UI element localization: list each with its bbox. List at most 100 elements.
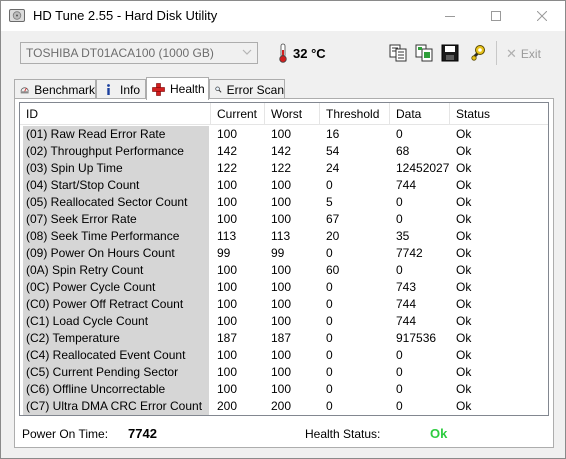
temperature-readout: 32 °C	[293, 46, 326, 61]
table-row[interactable]: (C7) Ultra DMA CRC Error Count 200 200 0 0 Ok	[20, 398, 548, 415]
table-row[interactable]: (C5) Current Pending Sector 100 100 0 0 Ok	[20, 364, 548, 381]
current-value: 100	[217, 212, 238, 226]
status-value: Ok	[456, 280, 472, 294]
table-row[interactable]: (C6) Offline Uncorrectable 100 100 0 0 Ok	[20, 381, 548, 398]
column-header-current[interactable]: Current	[211, 103, 265, 125]
status-value: Ok	[456, 297, 472, 311]
table-row[interactable]: (C4) Reallocated Event Count 100 100 0 0 Ok	[20, 347, 548, 364]
raw-data-value: 68	[396, 144, 410, 158]
attribute-name: (01) Raw Read Error Rate	[23, 126, 209, 143]
tab-error-scan[interactable]: Error Scan	[209, 79, 285, 99]
status-value: Ok	[456, 212, 472, 226]
health-cross-icon	[152, 82, 165, 96]
attribute-name: (09) Power On Hours Count	[23, 245, 209, 262]
table-row[interactable]: (0C) Power Cycle Count 100 100 0 743 Ok	[20, 279, 548, 296]
copy-screenshot-icon[interactable]	[414, 43, 434, 63]
threshold-value: 0	[326, 382, 333, 396]
table-row[interactable]: (0A) Spin Retry Count 100 100 60 0 Ok	[20, 262, 548, 279]
table-row[interactable]: (09) Power On Hours Count 99 99 0 7742 Ok	[20, 245, 548, 262]
table-row[interactable]: (08) Seek Time Performance 113 113 20 35 Ok	[20, 228, 548, 245]
exit-button[interactable]: ✕ Exit	[506, 46, 541, 62]
thermometer-icon	[279, 43, 287, 63]
worst-value: 99	[271, 246, 285, 260]
worst-value: 113	[271, 229, 291, 243]
table-row[interactable]: (07) Seek Error Rate 100 100 67 0 Ok	[20, 211, 548, 228]
health-status-value: Ok	[430, 426, 448, 441]
tab-health[interactable]: Health	[146, 77, 209, 100]
table-row[interactable]: (04) Start/Stop Count 100 100 0 744 Ok	[20, 177, 548, 194]
table-row[interactable]: (02) Throughput Performance 142 142 54 68 Ok	[20, 143, 548, 160]
raw-data-value: 7742	[396, 246, 423, 260]
table-row[interactable]: (01) Raw Read Error Rate 100 100 16 0 Ok	[20, 126, 548, 143]
table-row[interactable]: (05) Reallocated Sector Count 100 100 5 0 Ok	[20, 194, 548, 211]
title-bar[interactable]: HD Tune 2.55 - Hard Disk Utility	[1, 1, 565, 31]
maximize-icon	[491, 11, 501, 21]
chevron-down-icon	[242, 47, 252, 57]
threshold-value: 60	[326, 263, 340, 277]
raw-data-value: 743	[396, 280, 417, 294]
exit-icon: ✕	[506, 46, 517, 61]
current-value: 122	[217, 161, 238, 175]
column-header-threshold[interactable]: Threshold	[320, 103, 390, 125]
toolbar-divider	[496, 41, 497, 65]
worst-value: 100	[271, 212, 292, 226]
attribute-name: (08) Seek Time Performance	[23, 228, 209, 245]
attribute-name: (0A) Spin Retry Count	[23, 262, 209, 279]
column-header-status[interactable]: Status	[450, 103, 510, 125]
health-status-label: Health Status:	[305, 427, 381, 441]
table-header: ID Current Worst Threshold Data Status	[20, 103, 548, 125]
threshold-value: 54	[326, 144, 340, 158]
column-header-id[interactable]: ID	[20, 103, 211, 125]
power-on-time-label: Power On Time:	[22, 427, 109, 441]
column-header-data[interactable]: Data	[390, 103, 450, 125]
column-header-worst[interactable]: Worst	[265, 103, 320, 125]
tab-info-label: Info	[120, 82, 141, 97]
raw-data-value: 744	[396, 297, 417, 311]
table-row[interactable]: (C1) Load Cycle Count 100 100 0 744 Ok	[20, 313, 548, 330]
close-button[interactable]	[519, 1, 565, 31]
benchmark-icon	[20, 87, 29, 94]
tab-benchmark[interactable]: Benchmark	[14, 79, 96, 99]
raw-data-value: 744	[396, 178, 417, 192]
status-value: Ok	[456, 348, 472, 362]
raw-data-value: 744	[396, 314, 417, 328]
worst-value: 100	[271, 382, 292, 396]
raw-data-value: 0	[396, 348, 403, 362]
worst-value: 142	[271, 144, 292, 158]
attribute-name: (C7) Ultra DMA CRC Error Count	[23, 398, 209, 415]
current-value: 200	[217, 399, 238, 413]
smart-attributes-table[interactable]: ID Current Worst Threshold Data Status (…	[19, 102, 549, 416]
minimize-icon	[445, 16, 455, 17]
raw-data-value: 0	[396, 212, 403, 226]
attribute-name: (C6) Offline Uncorrectable	[23, 381, 209, 398]
table-row[interactable]: (03) Spin Up Time 122 122 24 12452027 Ok	[20, 160, 548, 177]
status-value: Ok	[456, 365, 472, 379]
drive-select[interactable]: TOSHIBA DT01ACA100 (1000 GB)	[20, 42, 258, 64]
worst-value: 100	[271, 178, 292, 192]
tab-error-scan-label: Error Scan	[226, 82, 284, 97]
threshold-value: 0	[326, 178, 333, 192]
current-value: 100	[217, 195, 238, 209]
raw-data-value: 0	[396, 399, 403, 413]
raw-data-value: 12452027	[396, 161, 450, 175]
threshold-value: 0	[326, 280, 333, 294]
worst-value: 100	[271, 314, 292, 328]
tab-info[interactable]: Info	[96, 79, 146, 99]
attribute-name: (07) Seek Error Rate	[23, 211, 209, 228]
tab-benchmark-label: Benchmark	[34, 82, 95, 97]
raw-data-value: 917536	[396, 331, 437, 345]
status-value: Ok	[456, 331, 472, 345]
maximize-button[interactable]	[473, 1, 519, 31]
close-icon	[537, 11, 547, 21]
options-icon[interactable]	[468, 43, 488, 63]
copy-icon[interactable]	[388, 43, 408, 63]
worst-value: 100	[271, 195, 292, 209]
raw-data-value: 0	[396, 127, 403, 141]
table-row[interactable]: (C2) Temperature 187 187 0 917536 Ok	[20, 330, 548, 347]
minimize-button[interactable]	[427, 1, 473, 31]
threshold-value: 0	[326, 314, 333, 328]
raw-data-value: 0	[396, 382, 403, 396]
save-icon[interactable]	[440, 43, 460, 63]
window-title: HD Tune 2.55 - Hard Disk Utility	[33, 8, 218, 23]
table-row[interactable]: (C0) Power Off Retract Count 100 100 0 744 Ok	[20, 296, 548, 313]
